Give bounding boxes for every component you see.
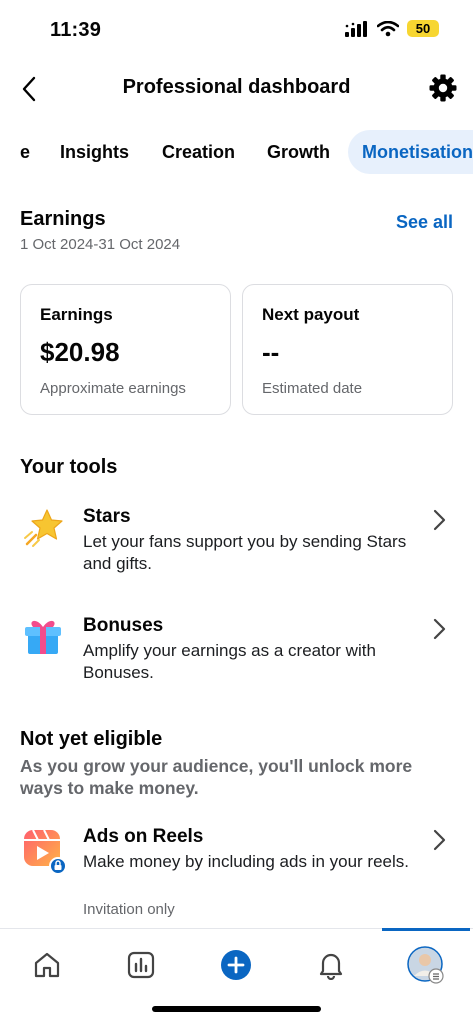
stars-desc: Let your fans support you by sending Sta…: [83, 532, 407, 573]
not-eligible-desc: As you grow your audience, you'll unlock…: [20, 756, 413, 798]
gift-icon: [22, 615, 64, 657]
see-all-link[interactable]: See all: [396, 212, 453, 233]
tool-row-bonuses[interactable]: Bonuses Amplify your earnings as a creat…: [0, 609, 473, 699]
ads-on-reels-note: Invitation only: [83, 901, 175, 918]
nav-profile[interactable]: [406, 945, 446, 985]
tab-bar: e Insights Creation Growth Monetisation: [0, 130, 473, 176]
not-eligible-title: Not yet eligible: [20, 728, 163, 750]
signal-icon: [345, 20, 367, 37]
earnings-date-range: 1 Oct 2024-31 Oct 2024: [20, 236, 181, 253]
header: Professional dashboard: [0, 64, 473, 114]
nav-active-indicator: [382, 928, 470, 931]
earnings-card-value: $20.98: [40, 337, 120, 367]
earnings-card-sub: Approximate earnings: [40, 380, 186, 397]
tab-overview[interactable]: e: [20, 130, 30, 174]
status-bar: 11:39 50: [0, 0, 473, 60]
nav-create[interactable]: [216, 945, 256, 985]
plus-icon: [221, 950, 251, 980]
star-icon: [22, 506, 64, 548]
tool-row-ads-on-reels[interactable]: Ads on Reels Make money by including ads…: [0, 820, 473, 920]
battery-indicator: 50: [407, 20, 439, 37]
chevron-right-icon: [433, 829, 446, 851]
next-payout-sub: Estimated date: [262, 380, 363, 397]
nav-insights[interactable]: [121, 945, 161, 985]
status-time: 11:39: [50, 19, 102, 41]
tool-row-stars[interactable]: Stars Let your fans support you by sendi…: [0, 500, 473, 590]
nav-notifications[interactable]: [311, 945, 351, 985]
bell-icon: [319, 953, 343, 980]
next-payout-label: Next payout: [262, 305, 360, 324]
ads-on-reels-title: Ads on Reels: [83, 826, 204, 847]
insights-icon: [127, 951, 155, 979]
status-icons: 50: [345, 20, 439, 37]
tab-insights[interactable]: Insights: [60, 130, 129, 174]
stars-title: Stars: [83, 506, 131, 527]
earnings-card-label: Earnings: [40, 305, 113, 324]
next-payout-value: --: [262, 337, 280, 367]
avatar: [407, 946, 444, 984]
chevron-right-icon: [433, 618, 446, 640]
reels-ads-icon: [22, 828, 67, 875]
tab-creation[interactable]: Creation: [162, 130, 235, 174]
ads-on-reels-desc: Make money by including ads in your reel…: [83, 852, 409, 871]
gear-icon: [429, 74, 457, 102]
bonuses-desc: Amplify your earnings as a creator with …: [83, 641, 376, 682]
nav-home[interactable]: [27, 945, 67, 985]
earnings-card[interactable]: Earnings $20.98 Approximate earnings: [20, 284, 231, 415]
page-title: Professional dashboard: [122, 76, 351, 98]
home-icon: [34, 952, 60, 978]
earnings-title: Earnings: [20, 208, 106, 230]
wifi-icon: [377, 20, 399, 36]
tab-monetisation[interactable]: Monetisation: [348, 130, 473, 174]
next-payout-card[interactable]: Next payout -- Estimated date: [242, 284, 453, 415]
tab-growth[interactable]: Growth: [267, 130, 330, 174]
chevron-right-icon: [433, 509, 446, 531]
settings-button[interactable]: [427, 72, 459, 104]
your-tools-title: Your tools: [20, 456, 118, 478]
bonuses-title: Bonuses: [83, 615, 164, 636]
home-indicator: [152, 1006, 321, 1012]
